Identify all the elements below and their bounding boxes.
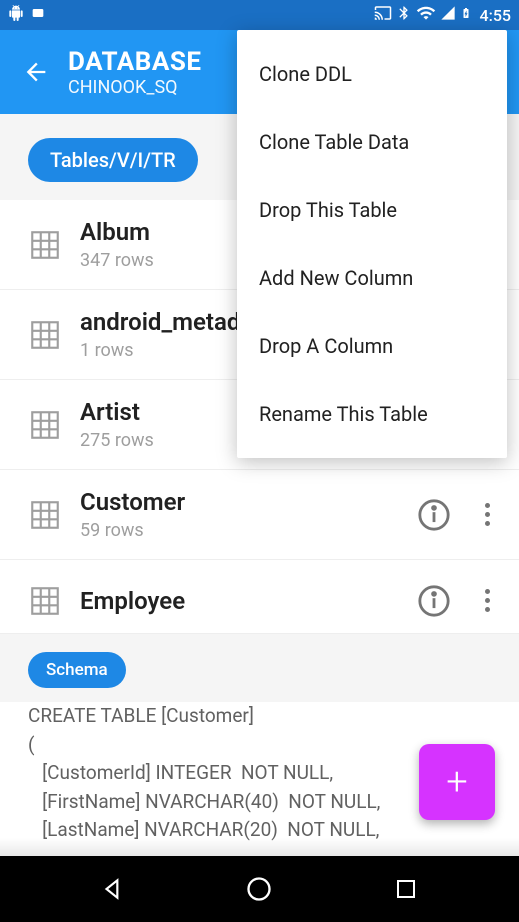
wifi-icon — [416, 3, 436, 27]
table-icon — [28, 228, 62, 262]
android-icon — [8, 5, 24, 25]
status-time: 4:55 — [480, 6, 512, 25]
back-button[interactable] — [16, 52, 56, 92]
table-row[interactable]: Employee — [0, 560, 519, 634]
menu-item-clone-ddl[interactable]: Clone DDL — [237, 40, 507, 108]
table-row[interactable]: Customer 59 rows — [0, 470, 519, 560]
table-icon — [28, 584, 62, 618]
battery-icon — [460, 4, 472, 26]
signal-icon — [440, 5, 456, 25]
nav-back-button[interactable] — [95, 871, 131, 907]
table-icon — [28, 498, 62, 532]
table-icon — [28, 318, 62, 352]
more-icon[interactable] — [475, 589, 499, 613]
fab-add-button[interactable]: + — [419, 744, 495, 820]
plus-icon: + — [446, 760, 467, 804]
nav-home-button[interactable] — [241, 871, 277, 907]
info-icon[interactable] — [417, 584, 451, 618]
context-menu: Clone DDL Clone Table Data Drop This Tab… — [237, 30, 507, 458]
menu-item-rename-table[interactable]: Rename This Table — [237, 380, 507, 448]
cast-icon — [374, 4, 392, 26]
status-bar: 4:55 — [0, 0, 519, 30]
app-title: DATABASE — [68, 47, 201, 77]
more-icon[interactable] — [475, 503, 499, 527]
schema-chip[interactable]: Schema — [28, 652, 126, 688]
info-icon[interactable] — [417, 498, 451, 532]
menu-item-clone-table-data[interactable]: Clone Table Data — [237, 108, 507, 176]
table-rowcount: 59 rows — [80, 520, 417, 541]
table-icon — [28, 408, 62, 442]
android-nav-bar — [0, 856, 519, 922]
app-notification-icon — [30, 5, 46, 25]
tables-chip[interactable]: Tables/V/I/TR — [28, 138, 198, 182]
nav-recent-button[interactable] — [388, 871, 424, 907]
table-name: Customer — [80, 488, 417, 516]
app-subtitle: CHINOOK_SQ — [68, 77, 201, 98]
table-name: Employee — [80, 587, 417, 615]
menu-item-drop-table[interactable]: Drop This Table — [237, 176, 507, 244]
menu-item-add-column[interactable]: Add New Column — [237, 244, 507, 312]
menu-item-drop-column[interactable]: Drop A Column — [237, 312, 507, 380]
bluetooth-icon — [396, 5, 412, 25]
